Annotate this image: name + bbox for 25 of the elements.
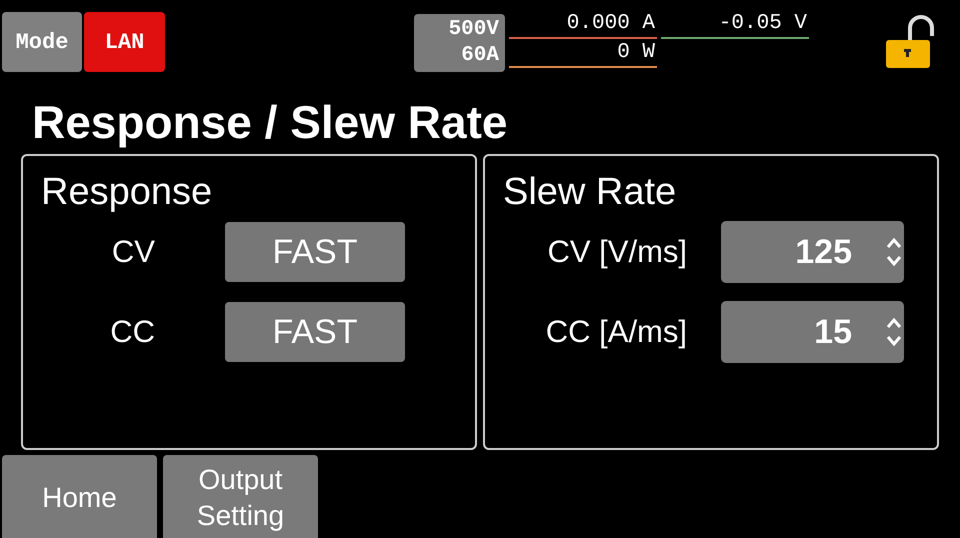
page-title: Response / Slew Rate [32,95,508,150]
nav-tab[interactable]: Home [2,455,157,538]
mode-button[interactable]: Mode [2,12,82,72]
unlocked-padlock-icon[interactable] [886,12,934,70]
nav-tab[interactable]: Output Setting [163,455,318,538]
number-spinner[interactable]: 15 [721,301,904,363]
rating-value: 60A [461,43,499,69]
measurement-reading: 0 W [509,41,657,68]
mode-select-button[interactable]: FAST [225,222,405,282]
setting-label: CC [A/ms] [544,314,688,350]
up-down-arrows-icon[interactable] [886,235,902,269]
measurement-reading: 0.000 A [509,12,657,39]
up-down-arrows-icon[interactable] [886,315,902,349]
interface-button[interactable]: LAN [84,12,165,72]
mode-select-button[interactable]: FAST [225,302,405,362]
setting-label: CC [109,314,156,350]
spinner-value: 15 [813,312,853,352]
number-spinner[interactable]: 125 [721,221,904,283]
spinner-value: 125 [794,232,853,272]
panel-heading: Response [41,170,214,215]
measurement-reading: -0.05 V [661,12,809,39]
setting-label: CV [V/ms] [546,234,688,270]
panel-heading: Slew Rate [503,170,678,215]
rating-value: 500V [448,17,499,43]
setting-label: CV [110,234,156,270]
